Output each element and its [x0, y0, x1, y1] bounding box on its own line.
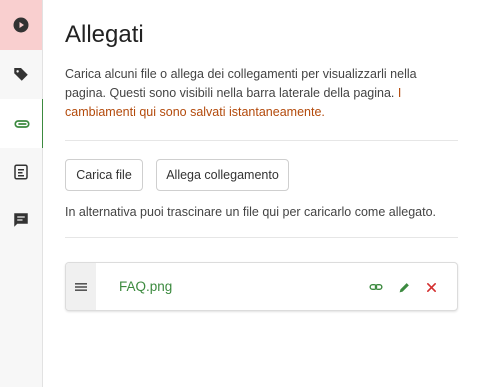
panel-description: Carica alcuni file o allega dei collegam… — [65, 65, 455, 122]
drag-handle[interactable] — [66, 263, 96, 310]
divider — [65, 140, 458, 141]
form-icon — [14, 164, 28, 180]
page-title: Allegati — [65, 21, 144, 48]
edit-button[interactable] — [395, 278, 413, 296]
tag-icon — [14, 68, 28, 81]
pencil-icon — [399, 282, 409, 292]
drag-handle-icon — [75, 282, 87, 291]
attach-link-button[interactable]: Allega collegamento — [156, 159, 289, 191]
copy-link-button[interactable] — [367, 278, 385, 296]
play-circle-icon — [13, 17, 29, 33]
link-icon — [369, 283, 383, 291]
sidebar — [0, 0, 44, 387]
attachments-panel: Allegati Carica alcuni file o allega dei… — [43, 0, 482, 387]
sidebar-item-tags[interactable] — [0, 50, 42, 98]
sidebar-item-play[interactable] — [0, 0, 42, 50]
close-icon — [426, 282, 436, 292]
delete-button[interactable] — [422, 278, 440, 296]
divider — [65, 237, 458, 238]
attachment-icon — [13, 119, 30, 128]
comment-icon — [14, 213, 28, 227]
description-text: Carica alcuni file o allega dei collegam… — [65, 67, 417, 100]
sidebar-item-attachments[interactable] — [0, 99, 44, 148]
sidebar-item-form[interactable] — [0, 148, 42, 196]
upload-file-button[interactable]: Carica file — [65, 159, 143, 191]
drag-drop-hint: In alternativa puoi trascinare un file q… — [65, 205, 437, 219]
sidebar-item-comments[interactable] — [0, 196, 42, 244]
attachment-item: FAQ.png — [65, 262, 458, 311]
attachment-filename[interactable]: FAQ.png — [119, 279, 172, 294]
